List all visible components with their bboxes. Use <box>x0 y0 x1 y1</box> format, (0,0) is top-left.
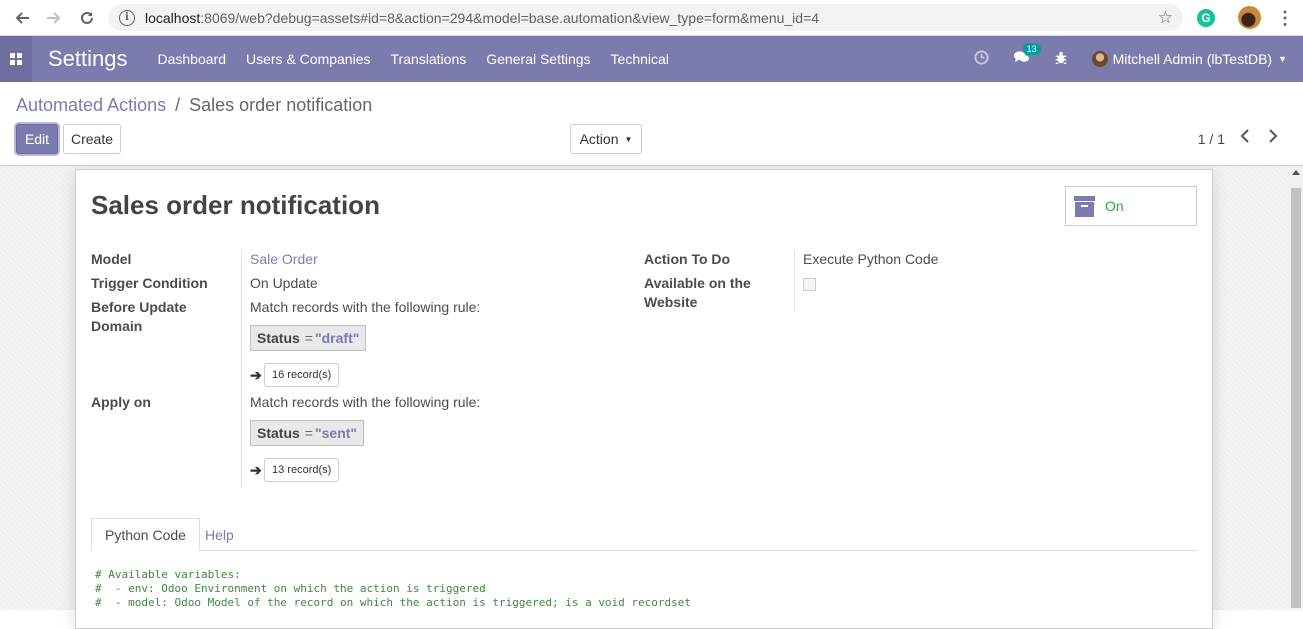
breadcrumb: Automated Actions / Sales order notifica… <box>16 95 372 116</box>
pager-next-icon[interactable] <box>1267 126 1279 151</box>
user-menu[interactable]: Mitchell Admin (lbTestDB) ▼ <box>1091 51 1287 67</box>
menu-general-settings[interactable]: General Settings <box>486 51 590 67</box>
active-toggle-button[interactable]: On <box>1065 186 1197 226</box>
tab-help[interactable]: Help <box>192 518 247 551</box>
facet-value: "sent" <box>314 425 358 441</box>
menu-translations[interactable]: Translations <box>391 51 467 67</box>
profile-avatar[interactable] <box>1238 6 1261 29</box>
facet-value: "draft" <box>314 330 360 346</box>
messaging-icon[interactable]: 13 <box>1013 43 1041 68</box>
facet-field: Status <box>257 425 300 441</box>
forward-arrow-icon[interactable] <box>42 6 66 30</box>
archive-icon <box>1074 195 1095 217</box>
model-label: Model <box>91 251 132 267</box>
create-button[interactable]: Create <box>63 124 121 154</box>
arrow-right-icon: ➔ <box>250 462 262 478</box>
apply-records-button[interactable]: 13 record(s) <box>264 458 340 482</box>
trigger-condition-value: On Update <box>250 275 318 291</box>
python-code-editor[interactable]: # Available variables: # - env: Odoo Envi… <box>95 568 691 610</box>
before-domain-label-line1: Before Update <box>91 299 187 315</box>
menu-dashboard[interactable]: Dashboard <box>158 51 227 67</box>
trigger-condition-label: Trigger Condition <box>91 275 208 291</box>
page-scrollbar[interactable] <box>1289 166 1303 610</box>
url-text[interactable]: localhost:8069/web?debug=assets#id=8&act… <box>145 10 819 26</box>
group-divider <box>241 250 242 488</box>
pager-previous-icon[interactable] <box>1239 126 1251 151</box>
apps-menu-button[interactable] <box>0 36 32 82</box>
reload-icon[interactable] <box>75 6 99 30</box>
address-bar[interactable]: i localhost:8069/web?debug=assets#id=8&a… <box>108 4 1183 31</box>
breadcrumb-root[interactable]: Automated Actions <box>16 95 166 115</box>
record-title: Sales order notification <box>91 190 380 220</box>
pager-value[interactable]: 1 / 1 <box>1198 131 1225 147</box>
systray: 13 Mitchell Admin (lbTestDB) ▼ <box>974 36 1303 82</box>
action-label: Action <box>579 131 619 147</box>
control-panel: Automated Actions / Sales order notifica… <box>0 82 1303 166</box>
caret-down-icon: ▼ <box>1278 54 1287 64</box>
breadcrumb-current: Sales order notification <box>189 95 373 115</box>
apply-on-label: Apply on <box>91 394 151 410</box>
apply-on-facet: Status = "sent" <box>250 420 365 446</box>
notebook-tabs: Python Code Help <box>91 518 1198 551</box>
arrow-right-icon: ➔ <box>250 367 262 383</box>
scroll-up-arrow-icon[interactable] <box>1292 170 1300 175</box>
scrollbar-thumb[interactable] <box>1291 188 1301 608</box>
tab-python-code[interactable]: Python Code <box>91 518 200 551</box>
apps-grid-icon <box>10 53 22 65</box>
browser-menu-icon[interactable]: ⋮ <box>1276 8 1294 28</box>
before-records-button[interactable]: 16 record(s) <box>264 363 340 387</box>
group-divider <box>794 250 795 312</box>
website-published-checkbox[interactable] <box>803 278 816 291</box>
action-dropdown-button[interactable]: Action ▼ <box>570 124 642 154</box>
caret-down-icon: ▼ <box>624 134 633 144</box>
browser-toolbar: i localhost:8069/web?debug=assets#id=8&a… <box>0 0 1303 36</box>
activity-clock-icon[interactable] <box>974 50 989 68</box>
action-to-do-label: Action To Do <box>644 251 731 267</box>
code-line: # Available variables: <box>95 568 241 581</box>
info-icon[interactable]: i <box>119 9 135 26</box>
breadcrumb-separator: / <box>175 95 181 115</box>
bookmark-star-icon[interactable]: ☆ <box>1158 8 1173 28</box>
grammarly-extension-icon[interactable]: G <box>1197 9 1215 27</box>
code-line: # - model: Odoo Model of the record on w… <box>95 596 692 609</box>
user-avatar <box>1091 51 1108 67</box>
menu-technical[interactable]: Technical <box>611 51 669 67</box>
message-count-badge: 13 <box>1022 43 1041 55</box>
website-label-line2: Website <box>644 294 698 310</box>
debug-bug-icon[interactable] <box>1054 51 1068 68</box>
before-domain-rule-text: Match records with the following rule: <box>250 299 481 315</box>
active-status-label: On <box>1105 198 1124 214</box>
before-domain-label-line2: Domain <box>91 318 143 334</box>
form-view-background: Sales order notification On Model Sale O… <box>0 166 1289 629</box>
apply-on-rule-text: Match records with the following rule: <box>250 394 481 410</box>
main-navbar: Settings Dashboard Users & Companies Tra… <box>0 36 1303 82</box>
website-label-line1: Available on the <box>644 275 751 291</box>
form-sheet: Sales order notification On Model Sale O… <box>75 169 1213 629</box>
facet-field: Status <box>257 330 300 346</box>
back-arrow-icon[interactable] <box>10 6 34 30</box>
menu-users-companies[interactable]: Users & Companies <box>246 51 371 67</box>
user-name: Mitchell Admin (lbTestDB) <box>1112 51 1273 67</box>
app-name[interactable]: Settings <box>48 46 128 72</box>
action-to-do-value: Execute Python Code <box>803 251 939 267</box>
edit-button[interactable]: Edit <box>16 124 58 154</box>
before-domain-facet: Status = "draft" <box>250 325 367 351</box>
facet-operator: = <box>304 330 313 346</box>
model-value-link[interactable]: Sale Order <box>250 250 318 269</box>
facet-operator: = <box>304 425 313 441</box>
code-line: # - env: Odoo Environment on which the a… <box>95 582 486 595</box>
